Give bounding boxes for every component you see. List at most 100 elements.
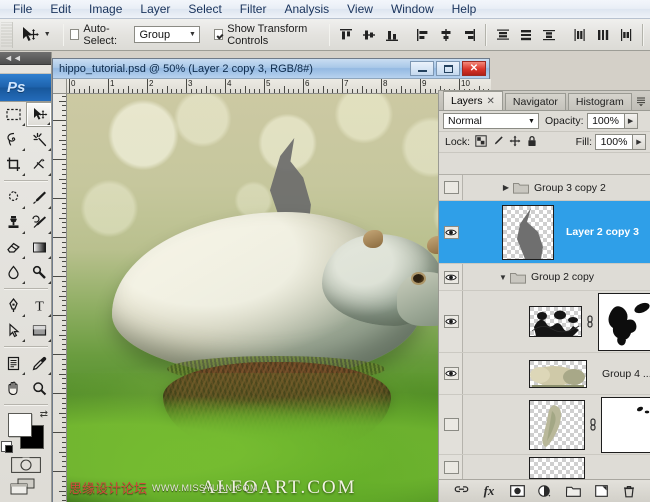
tool-spot-healing-brush[interactable] [0,185,26,210]
fill-slider-arrow-icon[interactable]: ▶ [633,134,646,150]
close-button[interactable]: ✕ [462,61,486,76]
lock-transparent-pixels-icon[interactable] [475,135,487,150]
toolbox-drag-handle[interactable] [0,65,51,74]
visibility-toggle-group-4[interactable] [439,353,463,394]
visibility-toggle-group-2-copy[interactable] [439,264,463,290]
distribute-right-edges-button[interactable] [616,25,636,45]
toolbox-collapse-bar[interactable]: ◄◄ [0,52,51,65]
layer-thumbnail-hippo-body[interactable] [529,360,587,388]
menu-item-view[interactable]: View [338,0,382,18]
menu-item-edit[interactable]: Edit [41,0,80,18]
layer-row-layer-2-copy-3[interactable]: Layer 2 copy 3 [439,201,650,264]
tool-rectangle-shape[interactable] [26,318,52,343]
canvas-area[interactable]: ALFOART.COM 思缘设计论坛 WWW.MISSYUAN.COM [67,94,491,502]
new-layer-icon[interactable] [593,483,610,499]
menu-item-select[interactable]: Select [179,0,230,18]
tool-horizontal-type[interactable]: T [26,293,52,318]
align-horizontal-centers-button[interactable] [436,25,456,45]
close-icon[interactable]: ✕ [487,96,495,107]
image-canvas[interactable]: ALFOART.COM 思缘设计论坛 WWW.MISSYUAN.COM [67,94,491,502]
align-vertical-centers-button[interactable] [359,25,379,45]
visibility-toggle-hippo-cutout[interactable] [439,395,463,454]
layer-thumbnail-dark-branches[interactable] [529,306,582,337]
opacity-slider-arrow-icon[interactable]: ▶ [625,113,638,129]
quick-mask-mode-button[interactable] [0,455,52,475]
disclosure-triangle-icon[interactable]: ▶ [499,183,513,192]
tool-lasso[interactable] [0,127,26,152]
visibility-toggle-dark-branches[interactable] [439,291,463,352]
maximize-button[interactable] [436,61,460,76]
auto-select-target-dropdown[interactable]: Group ▼ [134,26,200,43]
menu-item-help[interactable]: Help [443,0,486,18]
menu-item-filter[interactable]: Filter [231,0,276,18]
layer-mask-thumbnail-white[interactable] [601,397,650,453]
tool-notes[interactable] [0,351,26,376]
visibility-toggle-group-3-copy-2[interactable] [439,175,463,200]
panel-menu-icon[interactable] [634,94,648,108]
tool-clone-stamp[interactable] [0,210,26,235]
distribute-bottom-edges-button[interactable] [539,25,559,45]
distribute-horizontal-centers-button[interactable] [593,25,613,45]
show-transform-controls-checkbox[interactable] [214,29,223,40]
visibility-toggle-layer-2-copy-3[interactable] [439,201,463,263]
tool-magic-wand[interactable] [26,127,52,152]
tool-preset-chevron-down-icon[interactable]: ▼ [44,31,51,38]
tab-layers[interactable]: Layers ✕ [443,91,503,110]
tab-navigator[interactable]: Navigator [505,93,566,110]
tool-move[interactable] [26,102,52,127]
layer-row-group-4[interactable]: Group 4 ... [439,353,650,395]
tool-pen[interactable] [0,293,26,318]
layer-list[interactable]: ▶ Group 3 copy 2 [439,174,650,481]
layer-mask-thumbnail-black-blob[interactable] [598,293,650,351]
layer-thumbnail-hippo-cutout[interactable] [529,400,585,450]
distribute-top-edges-button[interactable] [493,25,513,45]
options-bar-grip[interactable] [1,22,13,48]
tool-crop[interactable] [0,152,26,177]
layer-row-checkerboard[interactable] [439,455,650,481]
add-layer-style-icon[interactable]: fx [481,483,498,499]
link-layers-icon[interactable] [453,483,470,499]
align-top-edges-button[interactable] [336,25,356,45]
fill-input[interactable]: 100% [595,134,633,150]
layer-row-group-2-copy[interactable]: ▼ Group 2 copy [439,264,650,291]
document-title-bar[interactable]: hippo_tutorial.psd @ 50% (Layer 2 copy 3… [53,59,489,79]
horizontal-ruler[interactable]: 012345678910 [67,79,491,94]
tool-brush[interactable] [26,185,52,210]
foreground-color-swatch[interactable] [8,413,32,437]
tool-rectangular-marquee[interactable] [0,102,26,127]
lock-position-icon[interactable] [509,135,521,150]
menu-item-file[interactable]: File [4,0,41,18]
layer-row-dark-branches[interactable] [439,291,650,353]
menu-item-layer[interactable]: Layer [131,0,179,18]
align-bottom-edges-button[interactable] [382,25,402,45]
menu-item-window[interactable]: Window [382,0,443,18]
layer-thumbnail-checkerboard[interactable] [529,457,585,479]
layer-mask-link-icon[interactable] [588,417,598,433]
auto-select-checkbox[interactable] [70,29,79,40]
default-colors-icon[interactable] [1,441,12,452]
visibility-toggle-checkerboard[interactable] [439,455,463,480]
align-left-edges-button[interactable] [413,25,433,45]
screen-mode-button[interactable] [0,475,52,499]
disclosure-triangle-icon[interactable]: ▼ [496,273,510,282]
tool-gradient[interactable] [26,235,52,260]
tool-history-brush[interactable] [26,210,52,235]
layer-row-hippo-cutout[interactable] [439,395,650,455]
tab-histogram[interactable]: Histogram [568,93,632,110]
vertical-ruler[interactable] [53,79,67,502]
opacity-input[interactable]: 100% [587,113,625,129]
align-right-edges-button[interactable] [459,25,479,45]
tool-path-selection[interactable] [0,318,26,343]
blend-mode-dropdown[interactable]: Normal ▼ [443,113,539,129]
tool-dodge[interactable] [26,260,52,285]
menu-item-analysis[interactable]: Analysis [275,0,338,18]
lock-all-icon[interactable] [526,135,538,150]
tool-hand[interactable] [0,376,26,401]
add-layer-mask-icon[interactable] [509,483,526,499]
delete-layer-icon[interactable] [621,483,638,499]
tool-zoom[interactable] [26,376,52,401]
tool-eraser[interactable] [0,235,26,260]
tool-blur[interactable] [0,260,26,285]
new-fill-adjustment-layer-icon[interactable] [537,483,554,499]
tool-slice[interactable] [26,152,52,177]
